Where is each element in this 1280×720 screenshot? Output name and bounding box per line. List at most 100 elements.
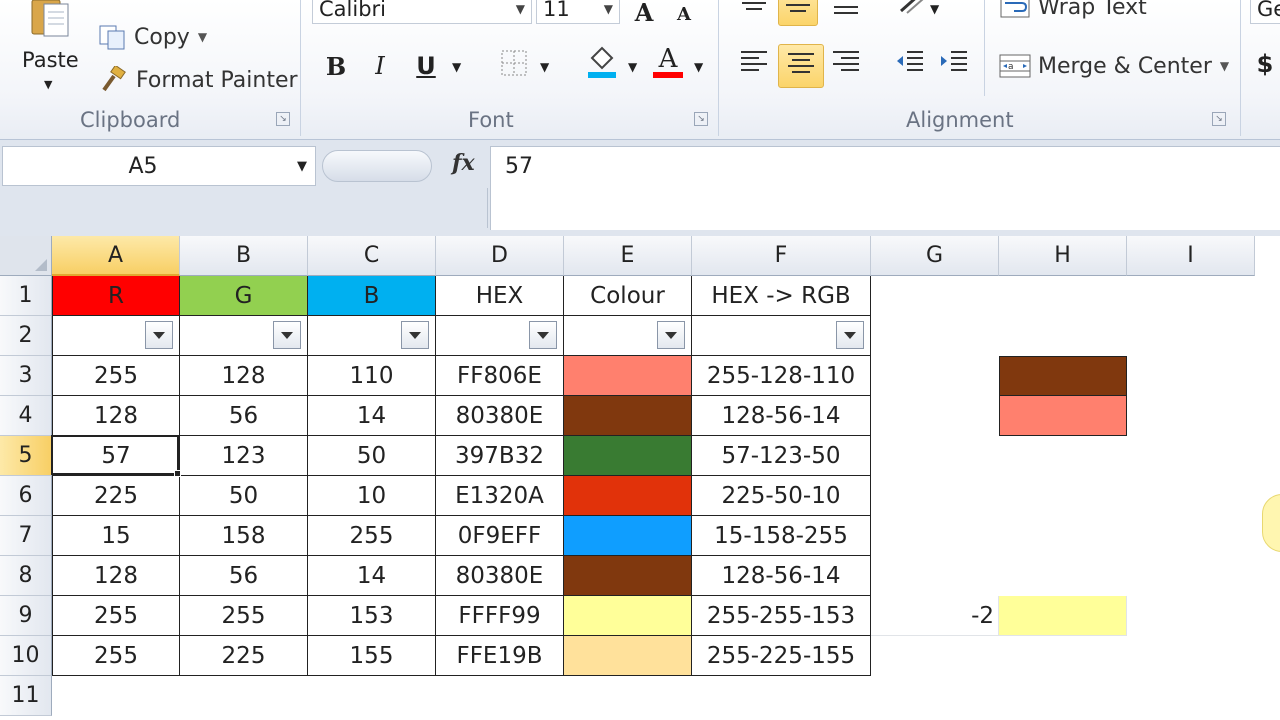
cell-a4[interactable]: 128: [52, 396, 180, 436]
paste-button[interactable]: Paste ▼: [12, 0, 88, 96]
cell-f10[interactable]: 255-225-155: [692, 636, 871, 676]
filter-dropdown-icon[interactable]: [145, 321, 173, 349]
cell-a8[interactable]: 128: [52, 556, 180, 596]
align-top-button[interactable]: [734, 0, 774, 26]
colour-swatch-cell[interactable]: [564, 516, 692, 556]
cell-b5[interactable]: 123: [180, 436, 308, 476]
cell-a10[interactable]: 255: [52, 636, 180, 676]
filter-cell-e[interactable]: [564, 316, 692, 356]
cell-b7[interactable]: 158: [180, 516, 308, 556]
cell-d5[interactable]: 397B32: [436, 436, 564, 476]
swatch-cell-h3[interactable]: [999, 356, 1127, 396]
cell-d4[interactable]: 80380E: [436, 396, 564, 436]
cell-c5[interactable]: 50: [308, 436, 436, 476]
select-all-button[interactable]: [0, 236, 52, 276]
underline-button[interactable]: U: [406, 46, 446, 86]
cell-b10[interactable]: 225: [180, 636, 308, 676]
font-size-combo[interactable]: 11 ▼: [536, 0, 620, 24]
column-header-d[interactable]: D: [436, 236, 564, 276]
cell-c8[interactable]: 14: [308, 556, 436, 596]
cell-c7[interactable]: 255: [308, 516, 436, 556]
align-right-button[interactable]: [826, 44, 866, 84]
decrease-indent-button[interactable]: [890, 44, 930, 84]
cell-f9[interactable]: 255-255-153: [692, 596, 871, 636]
filter-dropdown-icon[interactable]: [273, 321, 301, 349]
cell-f4[interactable]: 128-56-14: [692, 396, 871, 436]
chevron-down-icon[interactable]: ▼: [297, 159, 307, 174]
currency-button[interactable]: $: [1250, 44, 1280, 84]
row-header-4[interactable]: 4: [0, 396, 52, 436]
align-middle-button[interactable]: [778, 0, 818, 26]
wrap-text-button[interactable]: Wrap Text: [998, 0, 1147, 22]
row-header-1[interactable]: 1: [0, 276, 52, 316]
cell-b9[interactable]: 255: [180, 596, 308, 636]
header-cell-c[interactable]: B: [308, 276, 436, 316]
cell-a3[interactable]: 255: [52, 356, 180, 396]
column-header-a[interactable]: A: [52, 236, 180, 276]
colour-swatch-cell[interactable]: [564, 436, 692, 476]
fill-handle[interactable]: [174, 470, 181, 477]
italic-button[interactable]: I: [360, 46, 400, 86]
shrink-font-button[interactable]: A: [664, 0, 704, 34]
colour-swatch-cell[interactable]: [564, 596, 692, 636]
filter-dropdown-icon[interactable]: [401, 321, 429, 349]
colour-swatch-cell[interactable]: [564, 556, 692, 596]
filter-cell-a[interactable]: [52, 316, 180, 356]
cell-c9[interactable]: 153: [308, 596, 436, 636]
cell-b6[interactable]: 50: [180, 476, 308, 516]
cell-c4[interactable]: 14: [308, 396, 436, 436]
dialog-launcher-icon[interactable]: ↘: [1212, 112, 1226, 126]
filter-cell-c[interactable]: [308, 316, 436, 356]
format-painter-button[interactable]: Format Painter: [96, 64, 298, 96]
cell-f5[interactable]: 57-123-50: [692, 436, 871, 476]
worksheet-grid[interactable]: ABCDEFGHI 1 2 3 4 5 6 7 8 9 10 11 R G B HEX Colour HEX …: [0, 236, 1280, 720]
row-header-9[interactable]: 9: [0, 596, 52, 636]
header-cell-d[interactable]: HEX: [436, 276, 564, 316]
cell-c3[interactable]: 110: [308, 356, 436, 396]
chevron-down-icon[interactable]: ▼: [540, 60, 549, 74]
row-header-8[interactable]: 8: [0, 556, 52, 596]
cell-b8[interactable]: 56: [180, 556, 308, 596]
cell-f7[interactable]: 15-158-255: [692, 516, 871, 556]
column-header-g[interactable]: G: [871, 236, 999, 276]
filter-dropdown-icon[interactable]: [836, 321, 864, 349]
header-cell-b[interactable]: G: [180, 276, 308, 316]
colour-swatch-cell[interactable]: [564, 636, 692, 676]
cell-g9[interactable]: -2: [871, 596, 999, 636]
header-cell-f[interactable]: HEX -> RGB: [692, 276, 871, 316]
row-header-6[interactable]: 6: [0, 476, 52, 516]
formula-input[interactable]: 57: [490, 146, 1280, 230]
font-color-button[interactable]: A: [648, 42, 688, 82]
filter-dropdown-icon[interactable]: [657, 321, 685, 349]
cell-a7[interactable]: 15: [52, 516, 180, 556]
orientation-button[interactable]: [892, 0, 932, 26]
chevron-down-icon[interactable]: ▼: [930, 2, 939, 16]
formula-bar-resize-handle[interactable]: [322, 150, 432, 182]
column-header-h[interactable]: H: [999, 236, 1127, 276]
column-header-f[interactable]: F: [692, 236, 871, 276]
cell-d6[interactable]: E1320A: [436, 476, 564, 516]
fill-color-button[interactable]: [582, 44, 622, 84]
cell-d8[interactable]: 80380E: [436, 556, 564, 596]
swatch-cell-h9[interactable]: [999, 596, 1127, 636]
chevron-down-icon[interactable]: ▼: [628, 60, 637, 74]
bold-button[interactable]: B: [316, 46, 356, 86]
row-header-3[interactable]: 3: [0, 356, 52, 396]
filter-cell-f[interactable]: [692, 316, 871, 356]
filter-dropdown-icon[interactable]: [529, 321, 557, 349]
colour-swatch-cell[interactable]: [564, 356, 692, 396]
cell-c6[interactable]: 10: [308, 476, 436, 516]
copy-button[interactable]: Copy ▼: [96, 22, 207, 52]
merge-center-button[interactable]: a Merge & Center ▼: [998, 50, 1229, 82]
font-name-combo[interactable]: Calibri ▼: [312, 0, 532, 24]
colour-swatch-cell[interactable]: [564, 476, 692, 516]
column-header-e[interactable]: E: [564, 236, 692, 276]
increase-indent-button[interactable]: [934, 44, 974, 84]
insert-function-icon[interactable]: fx: [452, 150, 475, 176]
row-header-7[interactable]: 7: [0, 516, 52, 556]
colour-swatch-cell[interactable]: [564, 396, 692, 436]
align-center-button[interactable]: [778, 44, 824, 88]
cell-d7[interactable]: 0F9EFF: [436, 516, 564, 556]
cell-a6[interactable]: 225: [52, 476, 180, 516]
align-left-button[interactable]: [734, 44, 774, 84]
